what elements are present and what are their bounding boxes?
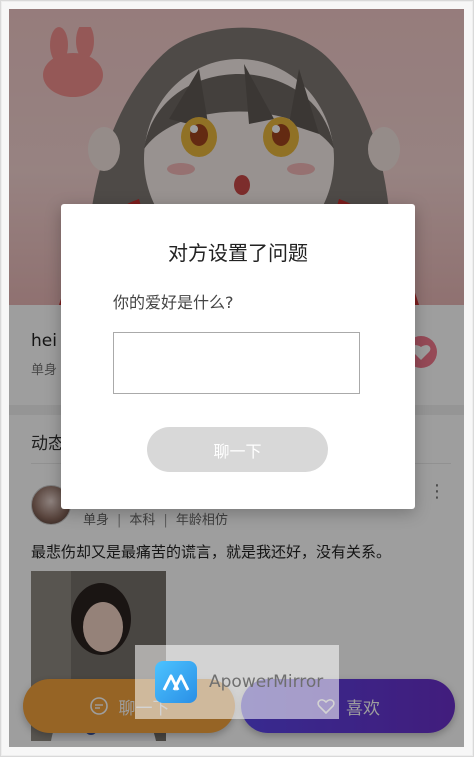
app-screen: hei 单身 动态 单身 | 本科 | 年龄相仿 ⋮ 最悲伤却又是最痛苦的谎言，就是我还… xyxy=(9,9,464,747)
answer-input[interactable] xyxy=(113,332,360,394)
apowermirror-logo-icon xyxy=(155,661,197,703)
watermark-text: ApowerMirror xyxy=(209,672,324,692)
dialog-question: 你的爱好是什么? xyxy=(113,293,234,312)
dialog-chat-button[interactable]: 聊一下 xyxy=(147,427,328,472)
question-dialog: 对方设置了问题 你的爱好是什么? 聊一下 xyxy=(61,204,415,509)
apowermirror-watermark: ApowerMirror xyxy=(135,645,339,719)
dialog-title: 对方设置了问题 xyxy=(168,241,308,265)
device-frame: hei 单身 动态 单身 | 本科 | 年龄相仿 ⋮ 最悲伤却又是最痛苦的谎言，就是我还… xyxy=(0,0,474,757)
